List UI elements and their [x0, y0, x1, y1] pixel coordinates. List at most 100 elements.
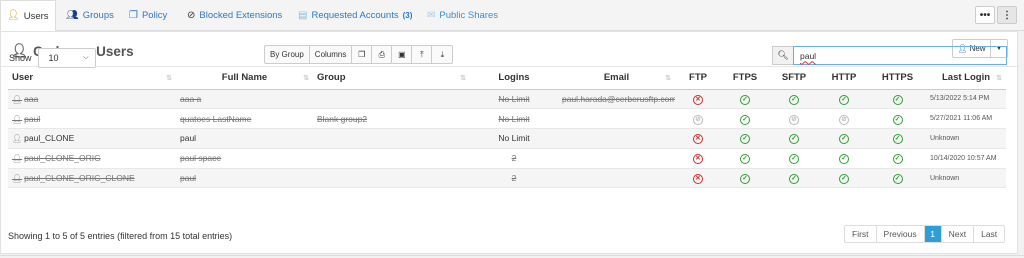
cell-sftp: ✓	[769, 168, 819, 189]
column-header-user[interactable]: User ⇅	[8, 67, 176, 90]
cell-user[interactable]: 👤︎ paul_CLONE	[8, 128, 176, 149]
check-circle-icon: ✓	[839, 94, 849, 105]
cell-group	[313, 168, 470, 189]
tab-groups[interactable]: 👥︎ Groups	[66, 0, 114, 31]
cell-last-login: Unknown	[926, 128, 1006, 149]
cell-full-name: paul space	[176, 148, 313, 169]
cell-ftps: ✓	[721, 108, 769, 130]
check-circle-icon: ✓	[740, 114, 750, 125]
cell-last-login-text: 5/13/2022 5:14 PM	[930, 95, 990, 103]
cell-last-login-text: 5/27/2021 11:06 AM	[930, 115, 993, 123]
import-icon: ⤒	[420, 49, 424, 59]
column-header-last-login[interactable]: Last Login ⇅	[926, 67, 1006, 90]
user-icon: 👤︎	[12, 154, 23, 164]
table-row[interactable]: 👤︎ paul quatoes LastName Blank group2 No Lim…	[8, 108, 1006, 130]
image-export-button[interactable]: ▣	[392, 46, 413, 63]
check-circle-icon: ✓	[789, 174, 799, 185]
tab-users-label: Users	[23, 10, 49, 22]
pager-first[interactable]: First	[845, 226, 877, 242]
cell-last-login-text: Unknown	[930, 174, 960, 182]
show-label: Show	[9, 53, 32, 63]
user-icon: 👤︎	[12, 114, 23, 124]
sort-icon: ⇅	[303, 75, 309, 82]
cell-logins: 2	[470, 168, 558, 189]
table-row[interactable]: 👤︎ paul_CLONE_ORIG paul space 2 ✕ ✓ ✓ ✓ ✓ 10/14/2…	[8, 148, 1006, 169]
cell-ftp: ✕	[675, 128, 721, 149]
copy-button[interactable]: ❐	[352, 46, 373, 63]
table-row[interactable]: 👤︎ paul_CLONE_ORIG_CLONE paul 2 ✕ ✓ ✓ ✓ ✓ Unknown	[8, 168, 1006, 189]
cell-email	[558, 128, 675, 149]
cell-last-login: 5/27/2021 11:06 AM	[926, 108, 1006, 130]
column-header-http[interactable]: HTTP	[819, 67, 869, 90]
export-button[interactable]: ⤓	[432, 46, 452, 63]
cell-ftps: ✓	[721, 168, 769, 189]
cell-user[interactable]: 👤︎ paul_CLONE_ORIG	[8, 148, 176, 169]
check-circle-icon: ✓	[740, 94, 750, 105]
check-circle-icon: ✓	[839, 174, 849, 185]
tab-policy[interactable]: ❐ Policy	[129, 0, 167, 31]
cell-https: ✓	[869, 168, 926, 189]
cell-user[interactable]: 👤︎ paul_CLONE_ORIG_CLONE	[8, 168, 176, 189]
policy-icon: ❐	[129, 9, 138, 21]
column-header-group[interactable]: Group ⇅	[313, 67, 470, 90]
column-header-https[interactable]: HTTPS	[869, 67, 926, 90]
tab-blocked-extensions[interactable]: ⊘ Blocked Extensions	[187, 0, 282, 31]
cell-ftp: ✕	[675, 168, 721, 189]
tab-requested-accounts-label: Requested Accounts	[311, 10, 399, 21]
cell-user[interactable]: 👤︎ aaa	[8, 89, 176, 110]
tab-users[interactable]: 👤︎ Users	[0, 0, 56, 32]
more-options-button[interactable]: •••	[975, 6, 995, 24]
cell-full-name-text: quatoes LastName	[180, 113, 252, 124]
check-circle-icon: ✓	[789, 154, 799, 165]
cell-logins-text: No Limit	[498, 133, 530, 144]
user-icon: 👤︎	[12, 134, 23, 144]
cell-email	[558, 168, 675, 189]
check-circle-icon: ✓	[789, 94, 799, 105]
cell-user-text: paul_CLONE_ORIG	[24, 153, 101, 164]
cell-sftp: ✓	[769, 89, 819, 110]
pager-previous[interactable]: Previous	[877, 226, 925, 242]
cell-logins: No Limit	[470, 89, 558, 110]
cell-logins-text: No Limit	[498, 113, 530, 124]
x-circle-icon: ✕	[693, 134, 703, 145]
table-row[interactable]: 👤︎ aaa aaa a No Limit paul.harada@cerberusft…	[8, 89, 1006, 110]
cell-group-text: Blank group2	[317, 113, 368, 124]
column-header-logins[interactable]: Logins	[470, 67, 558, 90]
tab-blocked-extensions-label: Blocked Extensions	[199, 10, 283, 21]
pager-next[interactable]: Next	[942, 226, 975, 242]
cell-user[interactable]: 👤︎ paul	[8, 108, 176, 130]
by-group-button[interactable]: By Group	[265, 46, 310, 63]
x-circle-icon: ✕	[693, 154, 703, 165]
tab-groups-label: Groups	[82, 10, 114, 21]
column-header-full-name[interactable]: Full Name ⇅	[176, 67, 313, 90]
cell-full-name-text: paul	[180, 173, 197, 184]
cell-ftps: ✓	[721, 148, 769, 169]
column-header-ftp[interactable]: FTP	[675, 67, 721, 90]
column-header-sftp[interactable]: SFTP	[769, 67, 819, 90]
column-header-email[interactable]: Email ⇅	[558, 67, 675, 90]
tab-requested-accounts[interactable]: ▤ Requested Accounts (3)	[298, 0, 412, 31]
cell-email	[558, 148, 675, 169]
page-size-select[interactable]: 10 ⌵	[37, 48, 96, 68]
table-row[interactable]: 👤︎ paul_CLONE paul No Limit ✕ ✓ ✓ ✓ ✓ Unknown	[8, 128, 1006, 149]
vertical-menu-button[interactable]: ⋮	[997, 6, 1017, 24]
table-info: Showing 1 to 5 of 5 entries (filtered fr…	[8, 231, 233, 241]
import-button[interactable]: ⤒	[412, 46, 433, 63]
cell-ftps: ✓	[721, 128, 769, 149]
pager-page-1[interactable]: 1	[924, 226, 942, 242]
cell-sftp: ✓	[769, 128, 819, 149]
columns-button[interactable]: Columns	[310, 46, 353, 63]
check-circle-icon: ✓	[892, 114, 903, 125]
pagination: First Previous 1 Next Last	[844, 225, 1006, 243]
cell-http: ✓	[819, 89, 869, 110]
print-button[interactable]: ⎙	[372, 46, 393, 63]
cell-full-name-text: paul space	[180, 153, 222, 164]
cell-logins: No Limit	[470, 128, 558, 149]
column-header-ftps[interactable]: FTPS	[721, 67, 769, 90]
users-table: User ⇅ Full Name ⇅ Group ⇅ Logins Email ⇅ FT…	[8, 67, 1006, 189]
search-input[interactable]: paul	[793, 46, 1007, 65]
page-size-value: 10	[48, 53, 59, 63]
pager-last[interactable]: Last	[974, 226, 1004, 242]
cell-last-login: 10/14/2020 10:57 AM	[926, 148, 1006, 169]
tab-public-shares[interactable]: ✉ Public Shares	[427, 0, 498, 31]
